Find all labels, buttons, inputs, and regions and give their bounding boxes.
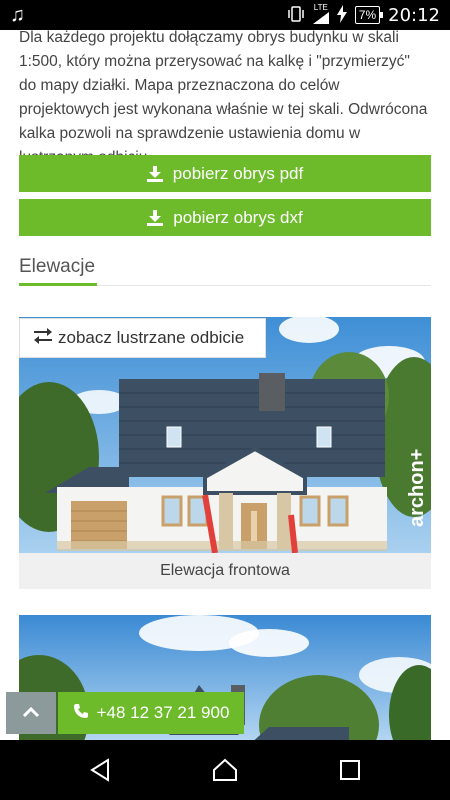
download-pdf-label: pobierz obrys pdf	[172, 163, 304, 183]
intro-paragraph: Dla każdego projektu dołączamy obrys bud…	[19, 30, 428, 166]
mirror-view-button[interactable]: zobacz lustrzane odbicie	[19, 318, 266, 358]
vibrate-icon	[287, 5, 305, 26]
network-type: LTE	[313, 3, 328, 12]
recents-button[interactable]	[330, 752, 370, 788]
home-icon	[213, 758, 237, 781]
home-button[interactable]	[205, 752, 245, 788]
elevation-caption: Elewacja frontowa	[19, 553, 431, 589]
download-icon	[147, 209, 164, 226]
status-bar: ♫ LTE 7% 20:12	[0, 0, 450, 30]
swap-arrows-icon	[34, 327, 52, 349]
download-dxf-button[interactable]: pobierz obrys dxf	[19, 199, 431, 236]
call-button[interactable]: +48 12 37 21 900	[58, 692, 244, 734]
section-title-elevations: Elewacje	[19, 256, 96, 277]
signal-icon: LTE	[312, 3, 329, 26]
phone-number: +48 12 37 21 900	[96, 703, 230, 722]
music-note-icon: ♫	[10, 4, 25, 26]
phone-icon	[73, 703, 89, 724]
back-button[interactable]	[80, 752, 120, 788]
section-underline	[19, 283, 97, 286]
battery-indicator: 7%	[354, 6, 384, 24]
recents-icon	[340, 760, 360, 780]
mirror-view-label: zobacz lustrzane odbicie	[58, 328, 245, 347]
page-content[interactable]: Dla każdego projektu dołączamy obrys bud…	[0, 30, 450, 740]
status-time: 20:12	[388, 4, 440, 26]
status-icons: LTE 7% 20:12	[287, 0, 440, 30]
download-dxf-label: pobierz obrys dxf	[173, 207, 303, 227]
charging-icon	[336, 4, 347, 26]
scroll-to-top-button[interactable]	[6, 692, 56, 734]
back-icon	[90, 758, 109, 782]
download-pdf-button[interactable]: pobierz obrys pdf	[19, 155, 431, 192]
archon-watermark: archon+	[406, 449, 428, 527]
download-icon	[146, 165, 163, 182]
system-nav-bar	[0, 740, 450, 800]
chevron-up-icon	[22, 704, 40, 722]
